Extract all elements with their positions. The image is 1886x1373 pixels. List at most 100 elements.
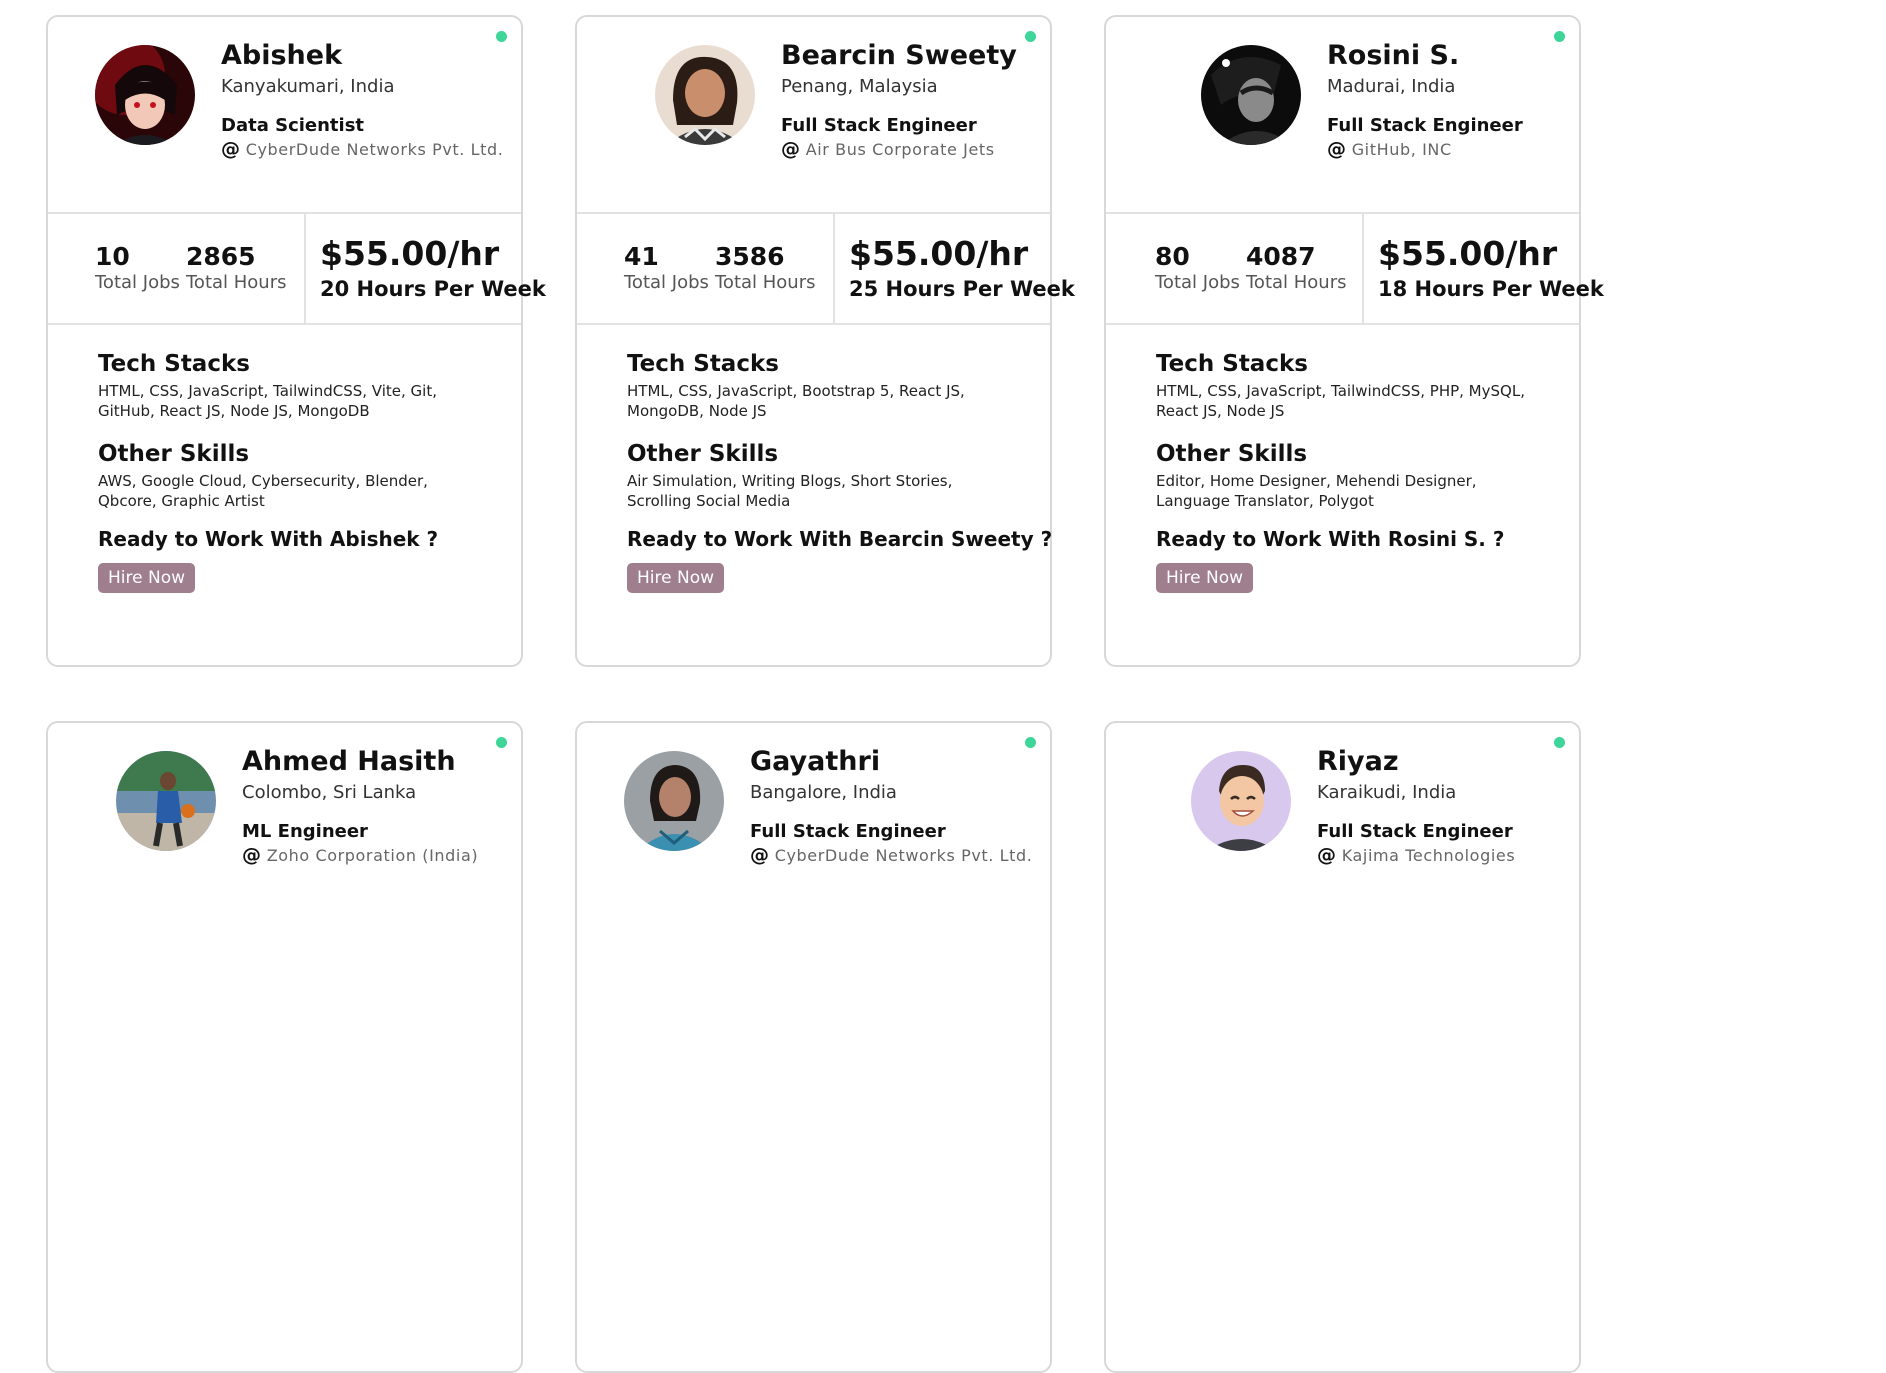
avatar [624, 751, 724, 851]
divider [1106, 212, 1579, 214]
total-jobs-stat: 10 Total Jobs [95, 242, 180, 294]
avatar [1191, 751, 1291, 851]
at-icon: @ [242, 844, 261, 866]
profile-name: Riyaz [1317, 746, 1399, 777]
total-jobs-label: Total Jobs [95, 272, 180, 293]
profile-name: Bearcin Sweety [781, 40, 1017, 71]
at-icon: @ [1327, 138, 1346, 160]
total-hours-label: Total Hours [186, 272, 287, 293]
profile-role: ML Engineer [242, 821, 368, 842]
profile-info: Abishek Kanyakumari, India Data Scientis… [221, 39, 503, 160]
other-skills-list: Editor, Home Designer, Mehendi Designer,… [1156, 472, 1477, 510]
tech-stacks-title: Tech Stacks [98, 351, 250, 377]
divider [1106, 323, 1579, 325]
profile-role: Full Stack Engineer [1327, 115, 1523, 136]
divider [48, 323, 521, 325]
profile-card: Bearcin Sweety Penang, Malaysia Full Sta… [575, 15, 1075, 667]
total-jobs-value: 10 [95, 242, 130, 271]
memoji-avatar-icon [1191, 751, 1291, 851]
total-hours-label: Total Hours [1246, 272, 1347, 293]
tech-stacks-section: Tech Stacks HTML, CSS, JavaScript, Tailw… [98, 349, 488, 421]
profile-card: Riyaz Karaikudi, India Full Stack Engine… [1104, 721, 1581, 1373]
tech-stacks-title: Tech Stacks [1156, 351, 1308, 377]
divider [833, 213, 835, 324]
total-hours-value: 4087 [1246, 242, 1316, 271]
divider [304, 213, 306, 324]
online-status-dot [496, 737, 507, 748]
avatar [655, 45, 755, 145]
profile-location: Penang, Malaysia [781, 76, 938, 97]
profile-card: Gayathri Bangalore, India Full Stack Eng… [575, 721, 1052, 1373]
profile-card: Ahmed Hasith Colombo, Sri Lanka ML Engin… [46, 721, 523, 1373]
total-jobs-label: Total Jobs [1155, 272, 1240, 293]
total-hours-value: 2865 [186, 242, 256, 271]
hire-now-button[interactable]: Hire Now [627, 563, 725, 593]
tech-stacks-list: HTML, CSS, JavaScript, TailwindCSS, Vite… [98, 382, 437, 420]
rate-block: $55.00/hr 20 Hours Per Week [320, 234, 546, 303]
hours-per-week: 18 Hours Per Week [1378, 277, 1604, 301]
company-name: Kajima Technologies [1341, 846, 1516, 865]
profile-role: Full Stack Engineer [1317, 821, 1513, 842]
ready-to-work-text: Ready to Work With Bearcin Sweety ? [627, 527, 1053, 551]
hourly-rate: $55.00/hr [320, 234, 500, 273]
tech-stacks-section: Tech Stacks HTML, CSS, JavaScript, Boots… [627, 349, 1017, 421]
other-skills-section: Other Skills Editor, Home Designer, Mehe… [1156, 439, 1546, 511]
profile-name: Gayathri [750, 746, 881, 777]
hourly-rate: $55.00/hr [849, 234, 1029, 273]
profile-role: Data Scientist [221, 115, 365, 136]
hours-per-week: 25 Hours Per Week [849, 277, 1075, 301]
total-hours-label: Total Hours [715, 272, 816, 293]
other-skills-title: Other Skills [1156, 441, 1308, 467]
ready-to-work-text: Ready to Work With Rosini S. ? [1156, 527, 1505, 551]
person-photo-avatar-icon [655, 45, 755, 145]
monochrome-photo-avatar-icon [1201, 45, 1301, 145]
rate-block: $55.00/hr 25 Hours Per Week [849, 234, 1075, 303]
basketball-photo-avatar-icon [116, 751, 216, 851]
total-jobs-value: 80 [1155, 242, 1190, 271]
profile-info: Rosini S. Madurai, India Full Stack Engi… [1327, 39, 1523, 160]
profile-company: @ GitHub, INC [1327, 138, 1523, 160]
company-name: GitHub, INC [1351, 140, 1452, 159]
profile-info: Gayathri Bangalore, India Full Stack Eng… [750, 745, 1032, 866]
profile-name: Rosini S. [1327, 40, 1460, 71]
avatar [116, 751, 216, 851]
profile-location: Kanyakumari, India [221, 76, 395, 97]
profile-card: Abishek Kanyakumari, India Data Scientis… [46, 15, 546, 667]
rate-block: $55.00/hr 18 Hours Per Week [1378, 234, 1604, 303]
company-name: Air Bus Corporate Jets [805, 140, 995, 159]
at-icon: @ [221, 138, 240, 160]
profile-company: @ Kajima Technologies [1317, 844, 1515, 866]
profile-company: @ CyberDude Networks Pvt. Ltd. [750, 844, 1032, 866]
online-status-dot [1554, 31, 1565, 42]
divider [48, 212, 521, 214]
other-skills-title: Other Skills [98, 441, 250, 467]
profile-name: Ahmed Hasith [242, 746, 456, 777]
company-name: Zoho Corporation (India) [266, 846, 479, 865]
total-hours-value: 3586 [715, 242, 785, 271]
total-jobs-value: 41 [624, 242, 659, 271]
profile-location: Karaikudi, India [1317, 782, 1457, 803]
hire-now-button[interactable]: Hire Now [98, 563, 196, 593]
tech-stacks-list: HTML, CSS, JavaScript, Bootstrap 5, Reac… [627, 382, 965, 420]
total-jobs-label: Total Jobs [624, 272, 709, 293]
total-hours-stat: 2865 Total Hours [186, 242, 287, 294]
other-skills-list: AWS, Google Cloud, Cybersecurity, Blende… [98, 472, 428, 510]
hourly-rate: $55.00/hr [1378, 234, 1558, 273]
avatar [1201, 45, 1301, 145]
profile-card: Rosini S. Madurai, India Full Stack Engi… [1104, 15, 1604, 667]
tech-stacks-list: HTML, CSS, JavaScript, TailwindCSS, PHP,… [1156, 382, 1525, 420]
at-icon: @ [1317, 844, 1336, 866]
profile-location: Colombo, Sri Lanka [242, 782, 417, 803]
profile-info: Riyaz Karaikudi, India Full Stack Engine… [1317, 745, 1515, 866]
hours-per-week: 20 Hours Per Week [320, 277, 546, 301]
online-status-dot [1554, 737, 1565, 748]
other-skills-section: Other Skills AWS, Google Cloud, Cybersec… [98, 439, 488, 511]
hire-now-button[interactable]: Hire Now [1156, 563, 1254, 593]
ready-to-work-text: Ready to Work With Abishek ? [98, 527, 439, 551]
profile-info: Ahmed Hasith Colombo, Sri Lanka ML Engin… [242, 745, 478, 866]
total-jobs-stat: 80 Total Jobs [1155, 242, 1240, 294]
profile-company: @ Air Bus Corporate Jets [781, 138, 1017, 160]
profile-location: Bangalore, India [750, 782, 897, 803]
anime-character-avatar-icon [95, 45, 195, 145]
at-icon: @ [781, 138, 800, 160]
